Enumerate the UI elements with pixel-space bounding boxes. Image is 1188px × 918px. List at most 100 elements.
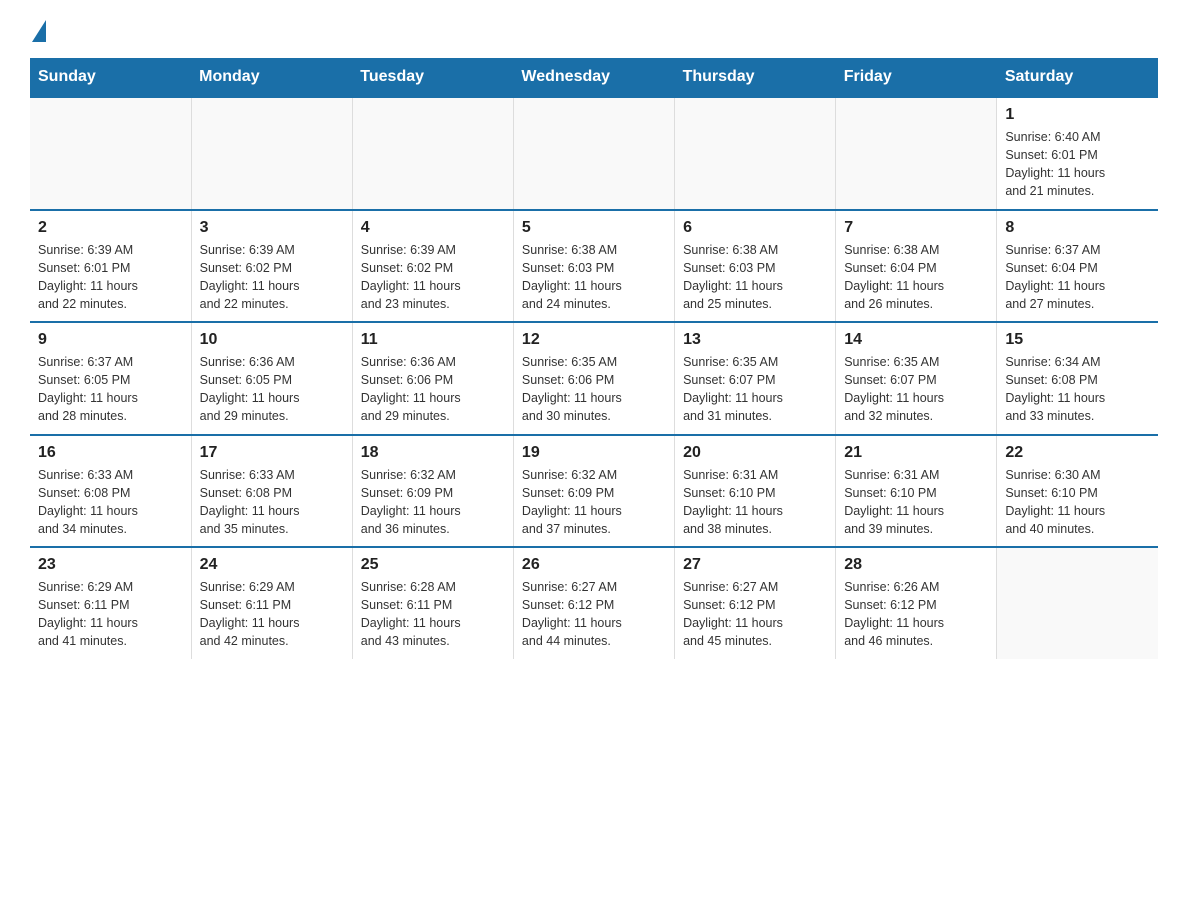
calendar-cell: 20Sunrise: 6:31 AM Sunset: 6:10 PM Dayli…	[675, 435, 836, 548]
day-info: Sunrise: 6:33 AM Sunset: 6:08 PM Dayligh…	[200, 466, 344, 539]
calendar-cell: 3 Sunrise: 6:39 AM Sunset: 6:02 PM Daylig…	[191, 210, 352, 323]
day-number: 28	[844, 556, 988, 574]
day-info: Sunrise: 6:34 AM Sunset: 6:08 PM Dayligh…	[1005, 353, 1150, 426]
calendar-cell: 6 Sunrise: 6:38 AM Sunset: 6:03 PM Daylig…	[675, 210, 836, 323]
day-info: Sunrise: 6:26 AM Sunset: 6:12 PM Dayligh…	[844, 578, 988, 651]
calendar-table: SundayMondayTuesdayWednesdayThursdayFrid…	[30, 58, 1158, 659]
calendar-cell	[352, 97, 513, 210]
calendar-cell: 16 Sunrise: 6:33 AM Sunset: 6:08 PM Dayli…	[30, 435, 191, 548]
calendar-cell: 17Sunrise: 6:33 AM Sunset: 6:08 PM Dayli…	[191, 435, 352, 548]
day-info: Sunrise: 6:38 AM Sunset: 6:03 PM Dayligh…	[522, 241, 666, 314]
day-info: Sunrise: 6:33 AM Sunset: 6:08 PM Dayligh…	[38, 466, 183, 539]
day-info: Sunrise: 6:27 AM Sunset: 6:12 PM Dayligh…	[683, 578, 827, 651]
day-info: Sunrise: 6:36 AM Sunset: 6:05 PM Dayligh…	[200, 353, 344, 426]
calendar-cell	[513, 97, 674, 210]
day-info: Sunrise: 6:35 AM Sunset: 6:07 PM Dayligh…	[844, 353, 988, 426]
day-info: Sunrise: 6:29 AM Sunset: 6:11 PM Dayligh…	[200, 578, 344, 651]
day-number: 2	[38, 219, 183, 237]
calendar-cell	[675, 97, 836, 210]
calendar-cell: 4 Sunrise: 6:39 AM Sunset: 6:02 PM Daylig…	[352, 210, 513, 323]
day-number: 11	[361, 331, 505, 349]
column-header-sunday: Sunday	[30, 58, 191, 97]
calendar-header-row: SundayMondayTuesdayWednesdayThursdayFrid…	[30, 58, 1158, 97]
day-number: 24	[200, 556, 344, 574]
day-info: Sunrise: 6:38 AM Sunset: 6:04 PM Dayligh…	[844, 241, 988, 314]
day-number: 12	[522, 331, 666, 349]
calendar-cell	[30, 97, 191, 210]
day-number: 10	[200, 331, 344, 349]
page-header	[30, 20, 1158, 38]
day-number: 6	[683, 219, 827, 237]
calendar-week-row: 9 Sunrise: 6:37 AM Sunset: 6:05 PM Daylig…	[30, 322, 1158, 435]
calendar-cell: 8 Sunrise: 6:37 AM Sunset: 6:04 PM Daylig…	[997, 210, 1158, 323]
calendar-cell: 22 Sunrise: 6:30 AM Sunset: 6:10 PM Dayli…	[997, 435, 1158, 548]
column-header-friday: Friday	[836, 58, 997, 97]
calendar-cell: 26 Sunrise: 6:27 AM Sunset: 6:12 PM Dayli…	[513, 547, 674, 659]
column-header-wednesday: Wednesday	[513, 58, 674, 97]
day-info: Sunrise: 6:35 AM Sunset: 6:07 PM Dayligh…	[683, 353, 827, 426]
day-number: 13	[683, 331, 827, 349]
calendar-cell: 10 Sunrise: 6:36 AM Sunset: 6:05 PM Dayli…	[191, 322, 352, 435]
day-info: Sunrise: 6:32 AM Sunset: 6:09 PM Dayligh…	[522, 466, 666, 539]
day-info: Sunrise: 6:39 AM Sunset: 6:02 PM Dayligh…	[361, 241, 505, 314]
calendar-week-row: 2 Sunrise: 6:39 AM Sunset: 6:01 PM Daylig…	[30, 210, 1158, 323]
day-number: 25	[361, 556, 505, 574]
calendar-cell: 15 Sunrise: 6:34 AM Sunset: 6:08 PM Dayli…	[997, 322, 1158, 435]
day-info: Sunrise: 6:37 AM Sunset: 6:04 PM Dayligh…	[1005, 241, 1150, 314]
logo-triangle-icon	[32, 20, 46, 42]
calendar-cell: 25 Sunrise: 6:28 AM Sunset: 6:11 PM Dayli…	[352, 547, 513, 659]
column-header-saturday: Saturday	[997, 58, 1158, 97]
day-number: 23	[38, 556, 183, 574]
calendar-cell: 11 Sunrise: 6:36 AM Sunset: 6:06 PM Dayli…	[352, 322, 513, 435]
day-number: 27	[683, 556, 827, 574]
logo	[30, 20, 46, 38]
calendar-cell: 24 Sunrise: 6:29 AM Sunset: 6:11 PM Dayli…	[191, 547, 352, 659]
day-info: Sunrise: 6:38 AM Sunset: 6:03 PM Dayligh…	[683, 241, 827, 314]
column-header-tuesday: Tuesday	[352, 58, 513, 97]
day-info: Sunrise: 6:32 AM Sunset: 6:09 PM Dayligh…	[361, 466, 505, 539]
day-number: 15	[1005, 331, 1150, 349]
day-info: Sunrise: 6:30 AM Sunset: 6:10 PM Dayligh…	[1005, 466, 1150, 539]
calendar-week-row: 23 Sunrise: 6:29 AM Sunset: 6:11 PM Dayli…	[30, 547, 1158, 659]
day-number: 18	[361, 444, 505, 462]
calendar-cell: 28 Sunrise: 6:26 AM Sunset: 6:12 PM Dayli…	[836, 547, 997, 659]
calendar-cell: 2 Sunrise: 6:39 AM Sunset: 6:01 PM Daylig…	[30, 210, 191, 323]
calendar-cell: 5 Sunrise: 6:38 AM Sunset: 6:03 PM Daylig…	[513, 210, 674, 323]
calendar-cell: 7 Sunrise: 6:38 AM Sunset: 6:04 PM Daylig…	[836, 210, 997, 323]
calendar-cell: 1 Sunrise: 6:40 AM Sunset: 6:01 PM Daylig…	[997, 97, 1158, 210]
day-info: Sunrise: 6:35 AM Sunset: 6:06 PM Dayligh…	[522, 353, 666, 426]
calendar-cell: 23Sunrise: 6:29 AM Sunset: 6:11 PM Dayli…	[30, 547, 191, 659]
calendar-cell: 13 Sunrise: 6:35 AM Sunset: 6:07 PM Dayli…	[675, 322, 836, 435]
day-number: 16	[38, 444, 183, 462]
day-info: Sunrise: 6:39 AM Sunset: 6:01 PM Dayligh…	[38, 241, 183, 314]
day-number: 19	[522, 444, 666, 462]
day-number: 26	[522, 556, 666, 574]
day-info: Sunrise: 6:27 AM Sunset: 6:12 PM Dayligh…	[522, 578, 666, 651]
day-number: 4	[361, 219, 505, 237]
day-info: Sunrise: 6:37 AM Sunset: 6:05 PM Dayligh…	[38, 353, 183, 426]
day-info: Sunrise: 6:40 AM Sunset: 6:01 PM Dayligh…	[1005, 128, 1150, 201]
day-info: Sunrise: 6:31 AM Sunset: 6:10 PM Dayligh…	[683, 466, 827, 539]
day-number: 21	[844, 444, 988, 462]
calendar-cell	[191, 97, 352, 210]
day-number: 3	[200, 219, 344, 237]
day-number: 7	[844, 219, 988, 237]
day-number: 22	[1005, 444, 1150, 462]
day-info: Sunrise: 6:28 AM Sunset: 6:11 PM Dayligh…	[361, 578, 505, 651]
calendar-cell: 12 Sunrise: 6:35 AM Sunset: 6:06 PM Dayli…	[513, 322, 674, 435]
day-number: 14	[844, 331, 988, 349]
calendar-cell: 27 Sunrise: 6:27 AM Sunset: 6:12 PM Dayli…	[675, 547, 836, 659]
calendar-cell: 18 Sunrise: 6:32 AM Sunset: 6:09 PM Dayli…	[352, 435, 513, 548]
day-info: Sunrise: 6:36 AM Sunset: 6:06 PM Dayligh…	[361, 353, 505, 426]
column-header-monday: Monday	[191, 58, 352, 97]
day-number: 8	[1005, 219, 1150, 237]
calendar-week-row: 16 Sunrise: 6:33 AM Sunset: 6:08 PM Dayli…	[30, 435, 1158, 548]
day-number: 1	[1005, 106, 1150, 124]
day-info: Sunrise: 6:39 AM Sunset: 6:02 PM Dayligh…	[200, 241, 344, 314]
day-number: 9	[38, 331, 183, 349]
calendar-cell	[997, 547, 1158, 659]
calendar-cell: 21Sunrise: 6:31 AM Sunset: 6:10 PM Dayli…	[836, 435, 997, 548]
calendar-cell: 9 Sunrise: 6:37 AM Sunset: 6:05 PM Daylig…	[30, 322, 191, 435]
calendar-week-row: 1 Sunrise: 6:40 AM Sunset: 6:01 PM Daylig…	[30, 97, 1158, 210]
day-number: 5	[522, 219, 666, 237]
